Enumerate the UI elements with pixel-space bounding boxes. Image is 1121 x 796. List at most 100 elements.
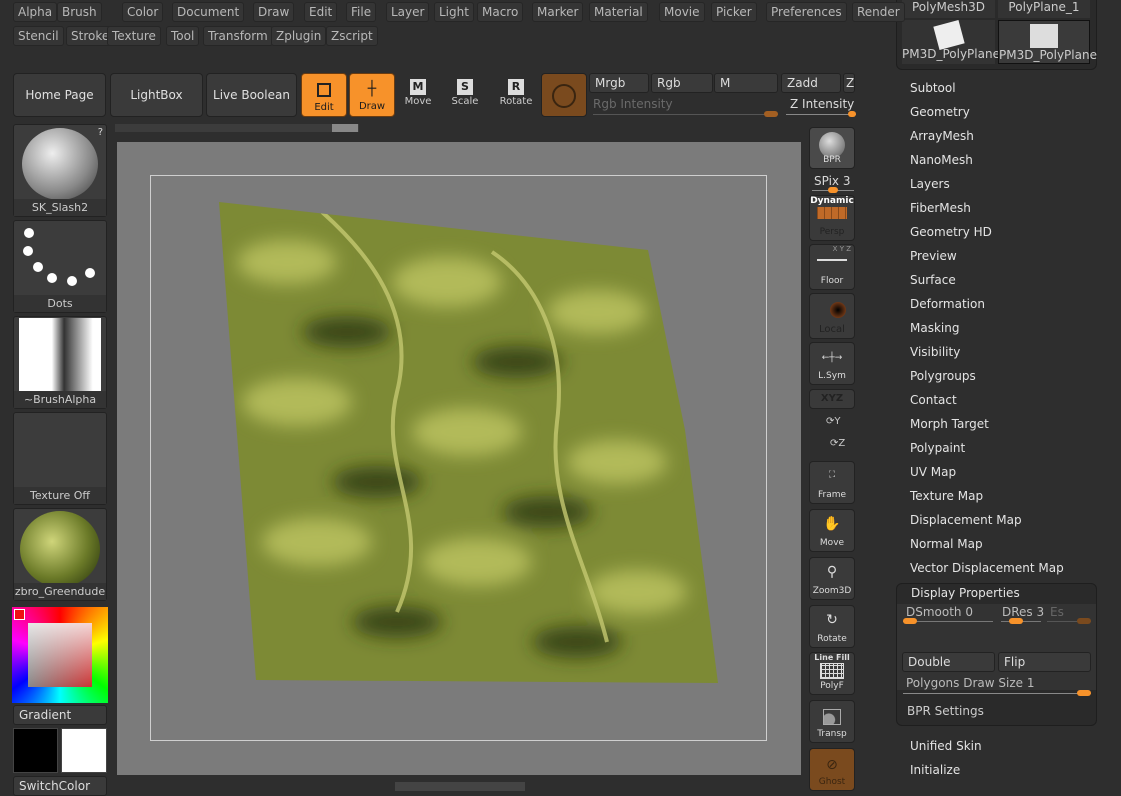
rgb-intensity-slider[interactable] [593,111,778,117]
tool-thumb-selected[interactable]: PM3D_PolyPlane [998,20,1097,64]
canvas-scrollbar-bottom[interactable] [395,782,525,791]
stroke-selector[interactable]: Dots [13,220,107,313]
zoom3d-button[interactable]: ⚲ Zoom3D [809,557,855,600]
color-picker[interactable] [12,607,108,703]
transp-button[interactable]: Transp [809,700,855,743]
menu-macro[interactable]: Macro [477,2,524,22]
tool-menu-fibermesh[interactable]: FiberMesh [910,201,971,215]
brush-selector[interactable]: ? SK_Slash2 [13,124,107,217]
tool-menu-polygroups[interactable]: Polygroups [910,369,976,383]
menu-layer[interactable]: Layer [386,2,430,22]
tool-menu-vector-displacement-map[interactable]: Vector Displacement Map [910,561,1064,575]
tool-menu-geometry-hd[interactable]: Geometry HD [910,225,992,239]
tool-menu-deformation[interactable]: Deformation [910,297,985,311]
ghost-button[interactable]: ⊘ Ghost [809,748,855,791]
lsym-button[interactable]: ←┼→ L.Sym [809,342,855,385]
display-properties-header[interactable]: Display Properties [911,586,1020,600]
menu-document[interactable]: Document [172,2,245,22]
floor-button[interactable]: X Y Z Floor [809,244,855,290]
frame-button[interactable]: ⛶ Frame [809,461,855,504]
tool-menu-normal-map[interactable]: Normal Map [910,537,983,551]
move-button[interactable]: M Move [396,73,440,117]
tool-thumb[interactable]: PM3D_PolyPlane [902,20,1000,64]
tool-menu-masking[interactable]: Masking [910,321,959,335]
m-button[interactable]: M [714,73,778,93]
material-sphere-button[interactable] [541,73,587,117]
mrgb-button[interactable]: Mrgb [589,73,649,93]
tool-menu-displacement-map[interactable]: Displacement Map [910,513,1022,527]
xyz-rotate-button[interactable]: XYZ [809,389,855,409]
polygons-draw-size-slider[interactable] [903,690,1091,696]
menu-material[interactable]: Material [589,2,648,22]
tool-menu-nanomesh[interactable]: NanoMesh [910,153,973,167]
rgb-button[interactable]: Rgb [651,73,713,93]
secondary-color-swatch[interactable] [13,728,58,773]
edit-button[interactable]: Edit [301,73,347,117]
tool-menu-preview[interactable]: Preview [910,249,957,263]
menu-brush[interactable]: Brush [57,2,102,22]
menu-texture[interactable]: Texture [107,26,161,46]
rotate-button[interactable]: R Rotate [494,73,538,117]
gradient-button[interactable]: Gradient [13,705,107,725]
es-slider[interactable] [1047,618,1091,624]
menu-tool[interactable]: Tool [166,26,200,46]
menu-draw[interactable]: Draw [253,2,295,22]
menu-zscript[interactable]: Zscript [326,26,378,46]
menu-stencil[interactable]: Stencil [13,26,64,46]
tool-menu-uv-map[interactable]: UV Map [910,465,956,479]
menu-movie[interactable]: Movie [659,2,705,22]
dres-slider[interactable] [1001,618,1041,624]
texture-selector[interactable]: Texture Off [13,412,107,505]
tool-menu-texture-map[interactable]: Texture Map [910,489,983,503]
menu-render[interactable]: Render [852,2,905,22]
menu-preferences[interactable]: Preferences [766,2,847,22]
persp-button[interactable]: Dynamic Persp [809,195,855,241]
document-canvas[interactable] [117,142,801,775]
tool-menu-surface[interactable]: Surface [910,273,956,287]
switch-color-button[interactable]: SwitchColor [13,776,107,796]
menu-color[interactable]: Color [122,2,164,22]
polyf-button[interactable]: Line Fill PolyF [809,652,855,695]
rotate-view-button[interactable]: ↻ Rotate [809,605,855,648]
color-picker-square[interactable] [28,623,92,687]
tool-menu-unified-skin[interactable]: Unified Skin [910,739,982,753]
material-selector[interactable]: zbro_Greendude [13,508,107,601]
tool-menu-initialize[interactable]: Initialize [910,763,960,777]
menu-zplugin[interactable]: Zplugin [271,26,327,46]
lightbox-button[interactable]: LightBox [110,73,203,117]
double-button[interactable]: Double [902,652,995,672]
menu-alpha[interactable]: Alpha [13,2,58,22]
tool-menu-contact[interactable]: Contact [910,393,957,407]
alpha-selector[interactable]: ~BrushAlpha [13,316,107,409]
spix-slider[interactable] [812,187,854,193]
bpr-settings-button[interactable]: BPR Settings [907,704,984,718]
primary-color-swatch[interactable] [61,728,107,773]
tool-menu-geometry[interactable]: Geometry [910,105,970,119]
tool-menu-arraymesh[interactable]: ArrayMesh [910,129,974,143]
menu-marker[interactable]: Marker [532,2,584,22]
menu-transform[interactable]: Transform [203,26,273,46]
tool-menu-polypaint[interactable]: Polypaint [910,441,965,455]
tool-menu-morph-target[interactable]: Morph Target [910,417,989,431]
menu-picker[interactable]: Picker [711,2,757,22]
z-rotate-button[interactable]: ⟳Z [830,438,845,449]
dsmooth-slider[interactable] [903,618,993,624]
tool-thumb[interactable]: PolyMesh3D [902,0,995,18]
live-boolean-button[interactable]: Live Boolean [206,73,297,117]
menu-light[interactable]: Light [434,2,474,22]
tool-menu-subtool[interactable]: Subtool [910,81,956,95]
draw-button[interactable]: ┼ Draw [349,73,395,117]
zsub-button[interactable]: Zs [843,73,855,93]
home-page-button[interactable]: Home Page [13,73,106,117]
tool-menu-visibility[interactable]: Visibility [910,345,960,359]
canvas-scrollbar-top[interactable] [115,124,359,132]
scale-button[interactable]: S Scale [443,73,487,117]
flip-button[interactable]: Flip [998,652,1091,672]
local-button[interactable]: Local [809,293,855,339]
y-rotate-button[interactable]: ⟳Y [826,416,841,427]
help-icon[interactable]: ? [98,127,103,138]
tool-thumb[interactable]: PolyPlane_1 [998,0,1090,18]
menu-file[interactable]: File [346,2,377,22]
menu-edit[interactable]: Edit [304,2,338,22]
move-view-button[interactable]: ✋ Move [809,509,855,552]
